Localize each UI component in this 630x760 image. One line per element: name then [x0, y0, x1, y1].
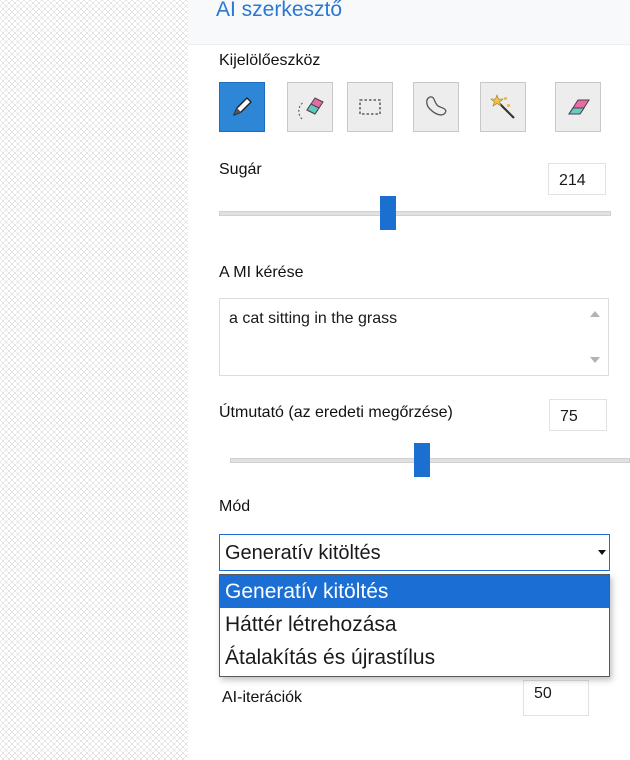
rectangle-select-tool-button[interactable]	[347, 82, 393, 132]
guidance-slider-thumb[interactable]	[414, 443, 430, 477]
pencil-icon	[233, 97, 252, 116]
mode-option-restyle[interactable]: Átalakítás és újrastílus	[220, 641, 609, 674]
mode-dropdown-list: Generatív kitöltés Háttér létrehozása Át…	[219, 574, 610, 677]
smart-eraser-tool-button[interactable]	[287, 82, 333, 132]
mode-option-generative-fill[interactable]: Generatív kitöltés	[220, 575, 609, 608]
eraser-tool-button[interactable]	[555, 82, 601, 132]
guidance-label: Útmutató (az eredeti megőrzése)	[219, 404, 453, 421]
scroll-up-arrow-icon[interactable]	[590, 311, 600, 317]
iterations-label: AI-iterációk	[222, 689, 303, 706]
mode-selected-value: Generatív kitöltés	[225, 542, 381, 564]
mode-option-background-create[interactable]: Háttér létrehozása	[220, 608, 609, 641]
lasso-icon	[426, 96, 447, 116]
selection-tool-label: Kijelölőeszköz	[219, 52, 321, 69]
guidance-slider-track[interactable]	[230, 458, 630, 463]
radius-label: Sugár	[219, 161, 262, 178]
brush-tool-button[interactable]	[219, 82, 265, 132]
guidance-input[interactable]: 75	[549, 399, 607, 431]
mode-select[interactable]: Generatív kitöltés	[219, 534, 610, 571]
iterations-input[interactable]: 50	[523, 680, 589, 716]
radius-slider-thumb[interactable]	[379, 196, 396, 230]
panel-title: AI szerkesztő	[216, 0, 343, 21]
prompt-text: a cat sitting in the grass	[229, 310, 398, 327]
dashed-rectangle-icon	[359, 99, 381, 115]
magic-wand-tool-button[interactable]	[480, 82, 526, 132]
chevron-down-icon[interactable]	[594, 535, 609, 570]
prompt-textarea[interactable]: a cat sitting in the grass	[219, 298, 609, 376]
prompt-label: A MI kérése	[219, 264, 304, 281]
ai-editor-panel: AI szerkesztő Kijelölőeszköz Sugár 214 A…	[188, 0, 630, 760]
canvas-transparency-area[interactable]	[0, 0, 188, 760]
eraser-icon	[568, 99, 590, 115]
radius-input[interactable]: 214	[548, 163, 606, 195]
panel-header: AI szerkesztő	[188, 0, 630, 45]
lasso-tool-button[interactable]	[413, 82, 459, 132]
scroll-down-arrow-icon[interactable]	[590, 357, 600, 363]
radius-slider-track[interactable]	[219, 211, 611, 216]
mode-label: Mód	[219, 498, 251, 515]
magic-wand-icon	[490, 94, 515, 119]
lasso-eraser-icon	[298, 97, 324, 120]
